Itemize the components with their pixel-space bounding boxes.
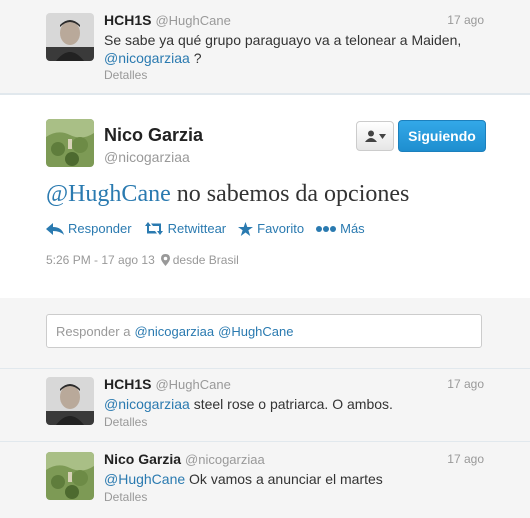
tweet-text: @HughCane no sabemos da opciones — [46, 181, 409, 208]
location-pin-icon — [160, 254, 170, 266]
following-button[interactable]: Siguiendo — [398, 120, 486, 152]
author-name[interactable]: HCH1S — [104, 376, 151, 392]
reply-action[interactable]: Responder — [46, 221, 132, 236]
reply-icon — [46, 222, 64, 235]
reply-tweet[interactable]: HCH1S @HughCane 17 ago @nicogarziaa steel… — [0, 369, 530, 442]
reply-label[interactable]: Responder — [68, 221, 132, 236]
author-name[interactable]: Nico Garzia — [104, 125, 203, 146]
star-icon — [238, 221, 254, 236]
avatar[interactable] — [46, 452, 94, 500]
tweet-time[interactable]: 17 ago — [447, 377, 484, 391]
tweet-time[interactable]: 17 ago — [447, 13, 484, 27]
tweet-location[interactable]: desde Brasil — [173, 253, 239, 267]
mention-link[interactable]: @HughCane — [104, 471, 185, 487]
mention-link[interactable]: @HughCane — [46, 181, 171, 207]
tweet-text-line: Se sabe ya qué grupo paraguayo va a telo… — [104, 32, 462, 48]
tweet-timestamp[interactable]: 5:26 PM - 17 ago 13 — [46, 253, 155, 267]
favorite-label[interactable]: Favorito — [257, 221, 304, 236]
mention-link[interactable]: @nicogarziaa — [104, 50, 190, 66]
reply-tweet[interactable]: Nico Garzia @nicogarziaa 17 ago @HughCane… — [0, 442, 530, 518]
avatar[interactable] — [46, 119, 94, 167]
details-link[interactable]: Detalles — [104, 68, 147, 82]
tweet-text: Se sabe ya qué grupo paraguayo va a telo… — [104, 31, 484, 67]
tweet-text-body: no sabemos da opciones — [170, 181, 410, 207]
reply-mention-1: @nicogarziaa — [134, 323, 215, 339]
author-name[interactable]: Nico Garzia — [104, 451, 181, 467]
tweet-text: @HughCane Ok vamos a anunciar el martes — [104, 470, 484, 488]
user-actions-button[interactable] — [356, 121, 394, 151]
tweet-author[interactable]: HCH1S @HughCane — [104, 376, 231, 392]
tweet-time[interactable]: 17 ago — [447, 452, 484, 466]
author-handle[interactable]: @nicogarziaa — [185, 452, 265, 467]
more-action[interactable]: Más — [316, 221, 365, 236]
tweet-actions: Responder Retwittear Favorito Más — [46, 221, 377, 236]
tweet-text-body: steel rose o patriarca. O ambos. — [189, 396, 393, 412]
person-icon — [364, 130, 377, 142]
author-name[interactable]: HCH1S — [104, 12, 151, 28]
more-dots-icon — [316, 225, 337, 232]
mention-link[interactable]: @nicogarziaa — [104, 396, 190, 412]
conversation-view: HCH1S @HughCane 17 ago Se sabe ya qué gru… — [0, 0, 530, 518]
favorite-action[interactable]: Favorito — [238, 221, 304, 236]
retweet-icon — [144, 222, 163, 235]
tweet-main: Nico Garzia @nicogarziaa Siguiendo @Hugh… — [0, 94, 530, 299]
tweet-meta: 5:26 PM - 17 ago 13 desde Brasil — [46, 253, 239, 267]
retweet-action[interactable]: Retwittear — [144, 221, 227, 236]
tweet-author[interactable]: Nico Garzia @nicogarziaa — [104, 451, 265, 467]
more-label[interactable]: Más — [340, 221, 365, 236]
author-handle[interactable]: @HughCane — [155, 13, 230, 28]
tweet-text-tail: ? — [189, 50, 202, 66]
tweet-text-body: Ok vamos a anunciar el martes — [185, 471, 383, 487]
reply-section: Responder a @nicogarziaa @HughCane — [0, 298, 530, 369]
tweet-author[interactable]: HCH1S @HughCane — [104, 12, 231, 28]
tweet-text: @nicogarziaa steel rose o patriarca. O a… — [104, 395, 484, 413]
caret-down-icon — [378, 133, 386, 139]
reply-input[interactable]: Responder a @nicogarziaa @HughCane — [46, 314, 482, 348]
reply-prefix: Responder a — [56, 323, 131, 339]
details-link[interactable]: Detalles — [104, 415, 147, 429]
retweet-label[interactable]: Retwittear — [168, 221, 227, 236]
avatar[interactable] — [46, 377, 94, 425]
avatar[interactable] — [46, 13, 94, 61]
author-handle[interactable]: @nicogarziaa — [104, 149, 190, 165]
details-link[interactable]: Detalles — [104, 490, 147, 504]
reply-mention-2: @HughCane — [218, 323, 294, 339]
tweet-top[interactable]: HCH1S @HughCane 17 ago Se sabe ya qué gru… — [0, 0, 530, 94]
author-handle[interactable]: @HughCane — [155, 377, 230, 392]
